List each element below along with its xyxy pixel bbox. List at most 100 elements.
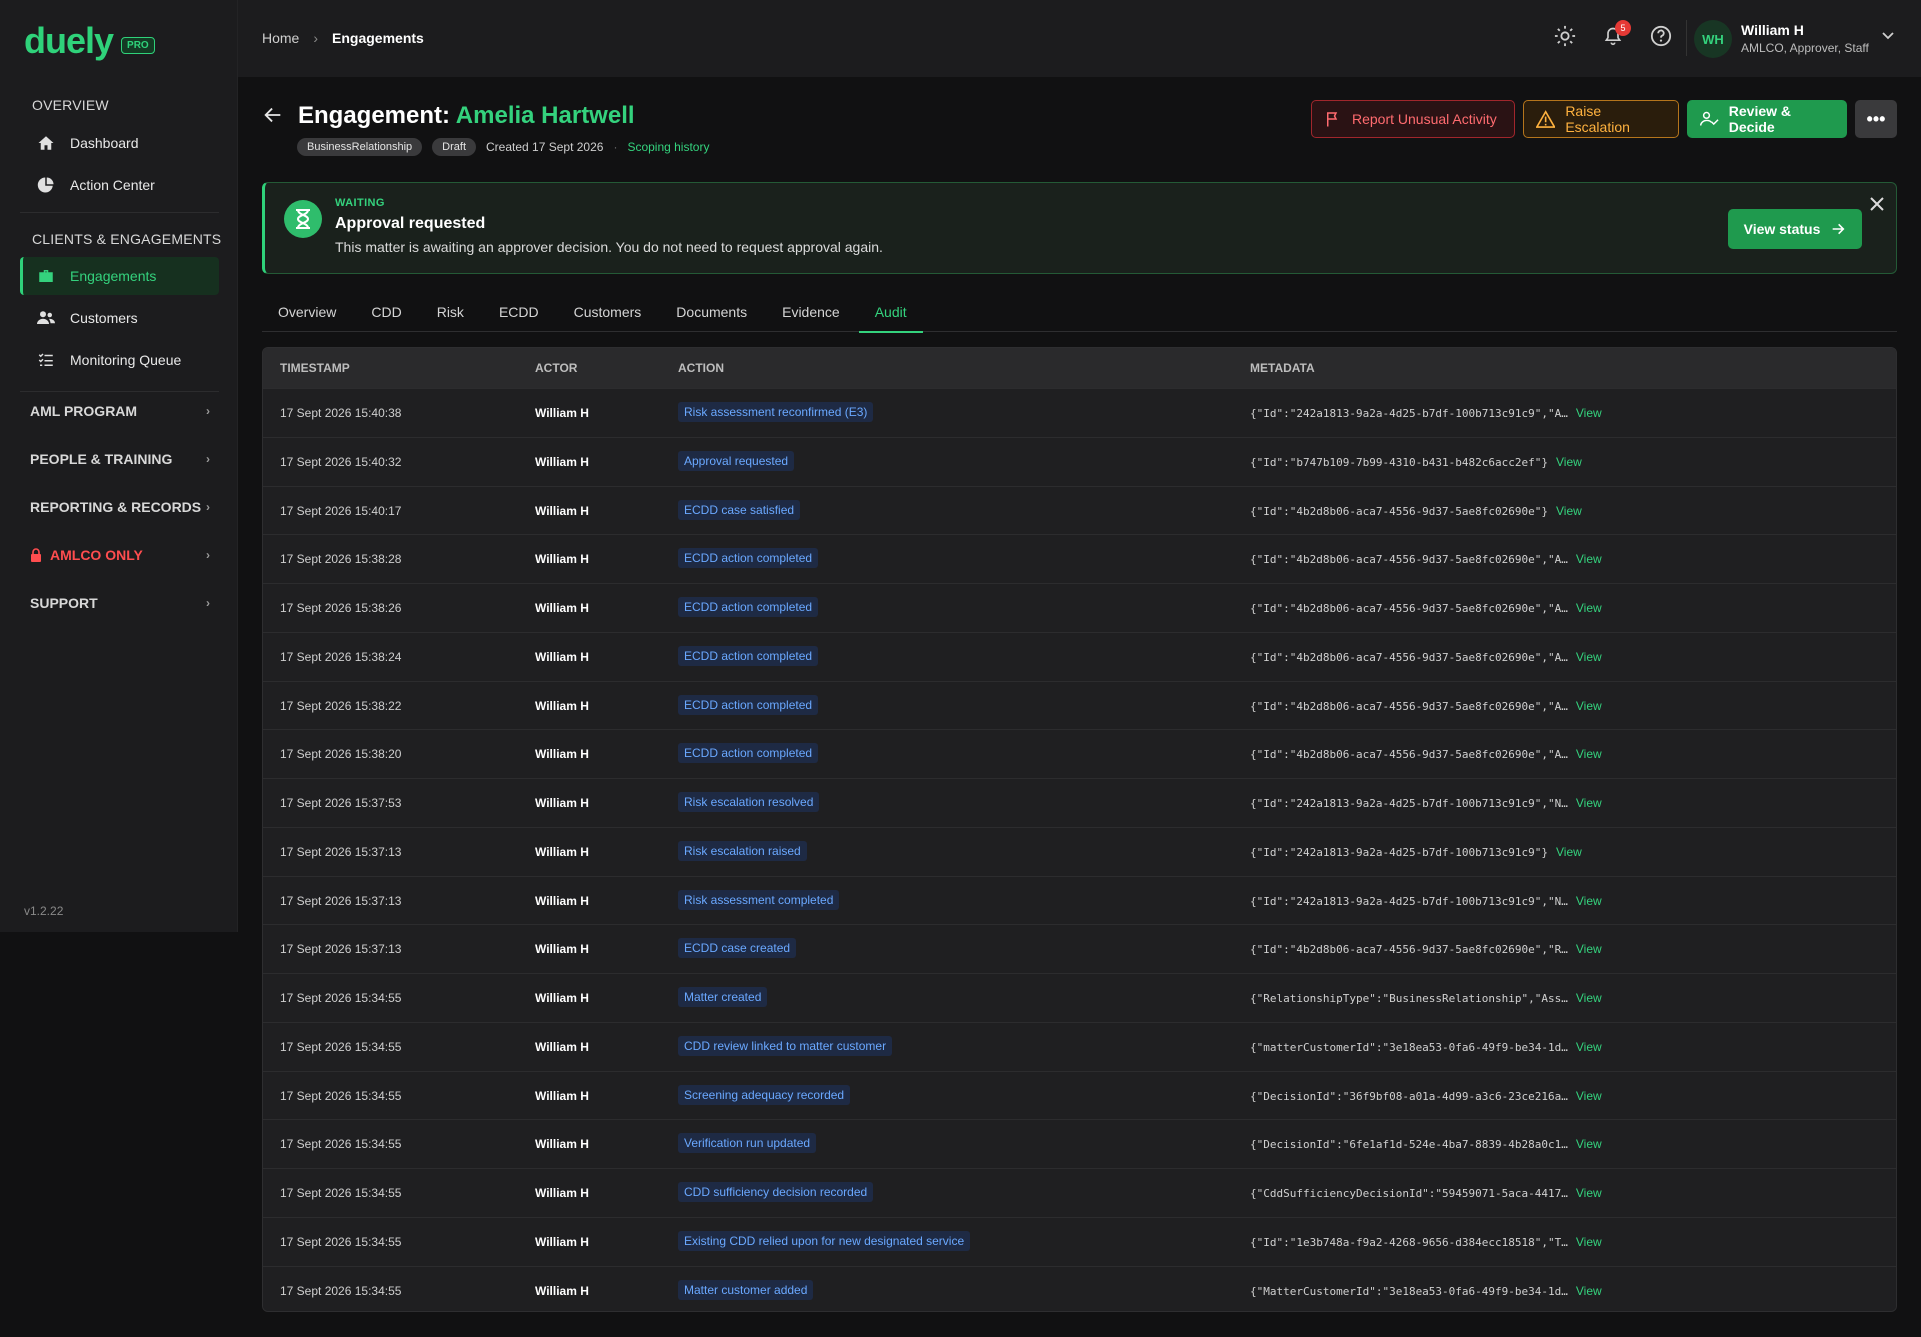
view-status-button[interactable]: View status [1728, 209, 1862, 249]
review-decide-button[interactable]: Review & Decide [1687, 100, 1847, 138]
column-header-actor[interactable]: ACTOR [535, 361, 577, 375]
raise-escalation-button[interactable]: Raise Escalation [1523, 100, 1679, 138]
table-row: 17 Sept 2026 15:34:55 William H Matter cus… [263, 1265, 1896, 1311]
view-metadata-link[interactable]: View [1576, 406, 1602, 420]
cell-metadata: {"CddSufficiencyDecisionId":"59459071-5a… [1250, 1186, 1602, 1200]
tab-evidence[interactable]: Evidence [766, 292, 856, 332]
view-metadata-link[interactable]: View [1576, 796, 1602, 810]
cell-actor: William H [535, 1137, 589, 1152]
metadata-text: {"Id":"4b2d8b06-aca7-4556-9d37-5ae8fc026… [1250, 650, 1568, 664]
cell-timestamp: 17 Sept 2026 15:34:55 [280, 1088, 402, 1103]
back-button[interactable] [262, 104, 286, 128]
table-row: 17 Sept 2026 15:37:13 William H Risk asses… [263, 875, 1896, 925]
table-row: 17 Sept 2026 15:34:55 William H Verificati… [263, 1119, 1896, 1168]
cell-timestamp: 17 Sept 2026 15:37:13 [280, 893, 402, 908]
cell-metadata: {"Id":"242a1813-9a2a-4d25-b7df-100b713c9… [1250, 796, 1602, 810]
nav-group-amlco-only[interactable]: AMLCO ONLY › [30, 543, 210, 567]
sidebar: duely PRO OVERVIEW Dashboard Action Cent… [0, 0, 238, 932]
pie-chart-icon [36, 175, 56, 195]
view-metadata-link[interactable]: View [1576, 552, 1602, 566]
column-header-metadata[interactable]: METADATA [1250, 361, 1315, 375]
more-actions-button[interactable]: ••• [1855, 100, 1897, 138]
view-metadata-link[interactable]: View [1576, 1186, 1602, 1200]
cell-actor: William H [535, 698, 589, 713]
cell-actor: William H [535, 1186, 589, 1200]
more-icon: ••• [1866, 108, 1886, 129]
scoping-history-link[interactable]: Scoping history [627, 140, 709, 154]
view-metadata-link[interactable]: View [1556, 455, 1582, 469]
view-metadata-link[interactable]: View [1576, 1089, 1602, 1103]
view-metadata-link[interactable]: View [1576, 894, 1602, 908]
view-metadata-link[interactable]: View [1576, 942, 1602, 956]
tab-ecdd[interactable]: ECDD [483, 292, 555, 332]
view-metadata-link[interactable]: View [1576, 650, 1602, 664]
metadata-text: {"RelationshipType":"BusinessRelationshi… [1250, 992, 1568, 1005]
view-metadata-link[interactable]: View [1556, 845, 1582, 859]
metadata-text: {"Id":"242a1813-9a2a-4d25-b7df-100b713c9… [1250, 894, 1568, 908]
cell-timestamp: 17 Sept 2026 15:34:55 [280, 1137, 402, 1152]
sidebar-item-action-center[interactable]: Action Center [20, 166, 219, 204]
nav-group-people-training[interactable]: PEOPLE & TRAINING › [30, 447, 210, 471]
tab-cdd[interactable]: CDD [355, 292, 417, 332]
user-check-icon [1700, 111, 1719, 126]
sidebar-item-dashboard[interactable]: Dashboard [20, 124, 219, 162]
notifications-button[interactable]: 5 [1601, 20, 1631, 48]
avatar[interactable]: WH [1694, 20, 1732, 58]
view-metadata-link[interactable]: View [1576, 1137, 1602, 1151]
logo[interactable]: duely PRO [24, 20, 155, 62]
cell-actor: William H [535, 1039, 589, 1054]
page-title: Engagement: Amelia Hartwell [298, 102, 635, 130]
breadcrumb-home[interactable]: Home [262, 30, 299, 46]
nav-group-aml-program[interactable]: AML PROGRAM › [30, 399, 210, 423]
view-metadata-link[interactable]: View [1576, 1284, 1602, 1298]
view-metadata-link[interactable]: View [1576, 747, 1602, 761]
view-metadata-link[interactable]: View [1576, 991, 1602, 1005]
page-title-prefix: Engagement: [298, 102, 451, 129]
cell-metadata: {"RelationshipType":"BusinessRelationshi… [1250, 991, 1602, 1005]
close-icon [1870, 197, 1884, 211]
cell-timestamp: 17 Sept 2026 15:37:53 [280, 796, 402, 810]
view-metadata-link[interactable]: View [1576, 1235, 1602, 1249]
button-label: Raise Escalation [1565, 103, 1630, 135]
cell-action-tag: ECDD action completed [678, 743, 819, 764]
user-menu-button[interactable] [1881, 28, 1895, 47]
created-date: Created 17 Sept 2026 [486, 140, 604, 154]
tab-risk[interactable]: Risk [421, 292, 480, 332]
tab-audit[interactable]: Audit [858, 292, 923, 333]
table-row: 17 Sept 2026 15:37:13 William H ECDD case … [263, 924, 1896, 973]
report-unusual-activity-button[interactable]: Report Unusual Activity [1311, 100, 1515, 138]
cell-actor: William H [535, 991, 589, 1005]
hourglass-icon [284, 200, 322, 238]
nav-group-reporting-records[interactable]: REPORTING & RECORDS › [30, 495, 210, 519]
close-alert-button[interactable] [1868, 195, 1888, 215]
theme-toggle-button[interactable] [1553, 24, 1577, 48]
cell-actor: William H [535, 1283, 589, 1298]
sidebar-item-engagements[interactable]: Engagements [20, 257, 219, 295]
sidebar-item-customers[interactable]: Customers [20, 299, 219, 337]
list-check-icon [36, 350, 56, 370]
cell-action-tag: CDD sufficiency decision recorded [678, 1182, 874, 1202]
cell-timestamp: 17 Sept 2026 15:34:55 [280, 1234, 402, 1249]
cell-action-tag: Risk assessment completed [678, 889, 840, 910]
cell-action-tag: CDD review linked to matter customer [678, 1035, 893, 1056]
pro-badge: PRO [121, 36, 155, 54]
help-button[interactable] [1649, 24, 1673, 48]
view-metadata-link[interactable]: View [1556, 504, 1582, 518]
cell-metadata: {"Id":"242a1813-9a2a-4d25-b7df-100b713c9… [1250, 406, 1602, 420]
chevron-down-icon [1882, 32, 1894, 40]
cell-timestamp: 17 Sept 2026 15:40:17 [280, 503, 402, 518]
tab-documents[interactable]: Documents [660, 292, 763, 332]
sidebar-item-monitoring-queue[interactable]: Monitoring Queue [20, 341, 219, 379]
view-metadata-link[interactable]: View [1576, 601, 1602, 615]
view-metadata-link[interactable]: View [1576, 699, 1602, 713]
tab-customers[interactable]: Customers [558, 292, 658, 332]
tab-overview[interactable]: Overview [262, 292, 352, 332]
chevron-right-icon: › [206, 596, 210, 610]
nav-group-support[interactable]: SUPPORT › [30, 591, 210, 615]
cell-timestamp: 17 Sept 2026 15:34:55 [280, 1039, 402, 1054]
column-header-timestamp[interactable]: TIMESTAMP [280, 361, 350, 375]
view-metadata-link[interactable]: View [1576, 1040, 1602, 1054]
metadata-text: {"Id":"242a1813-9a2a-4d25-b7df-100b713c9… [1250, 407, 1568, 420]
logo-wordmark: duely [24, 20, 114, 61]
column-header-action[interactable]: ACTION [678, 361, 724, 375]
